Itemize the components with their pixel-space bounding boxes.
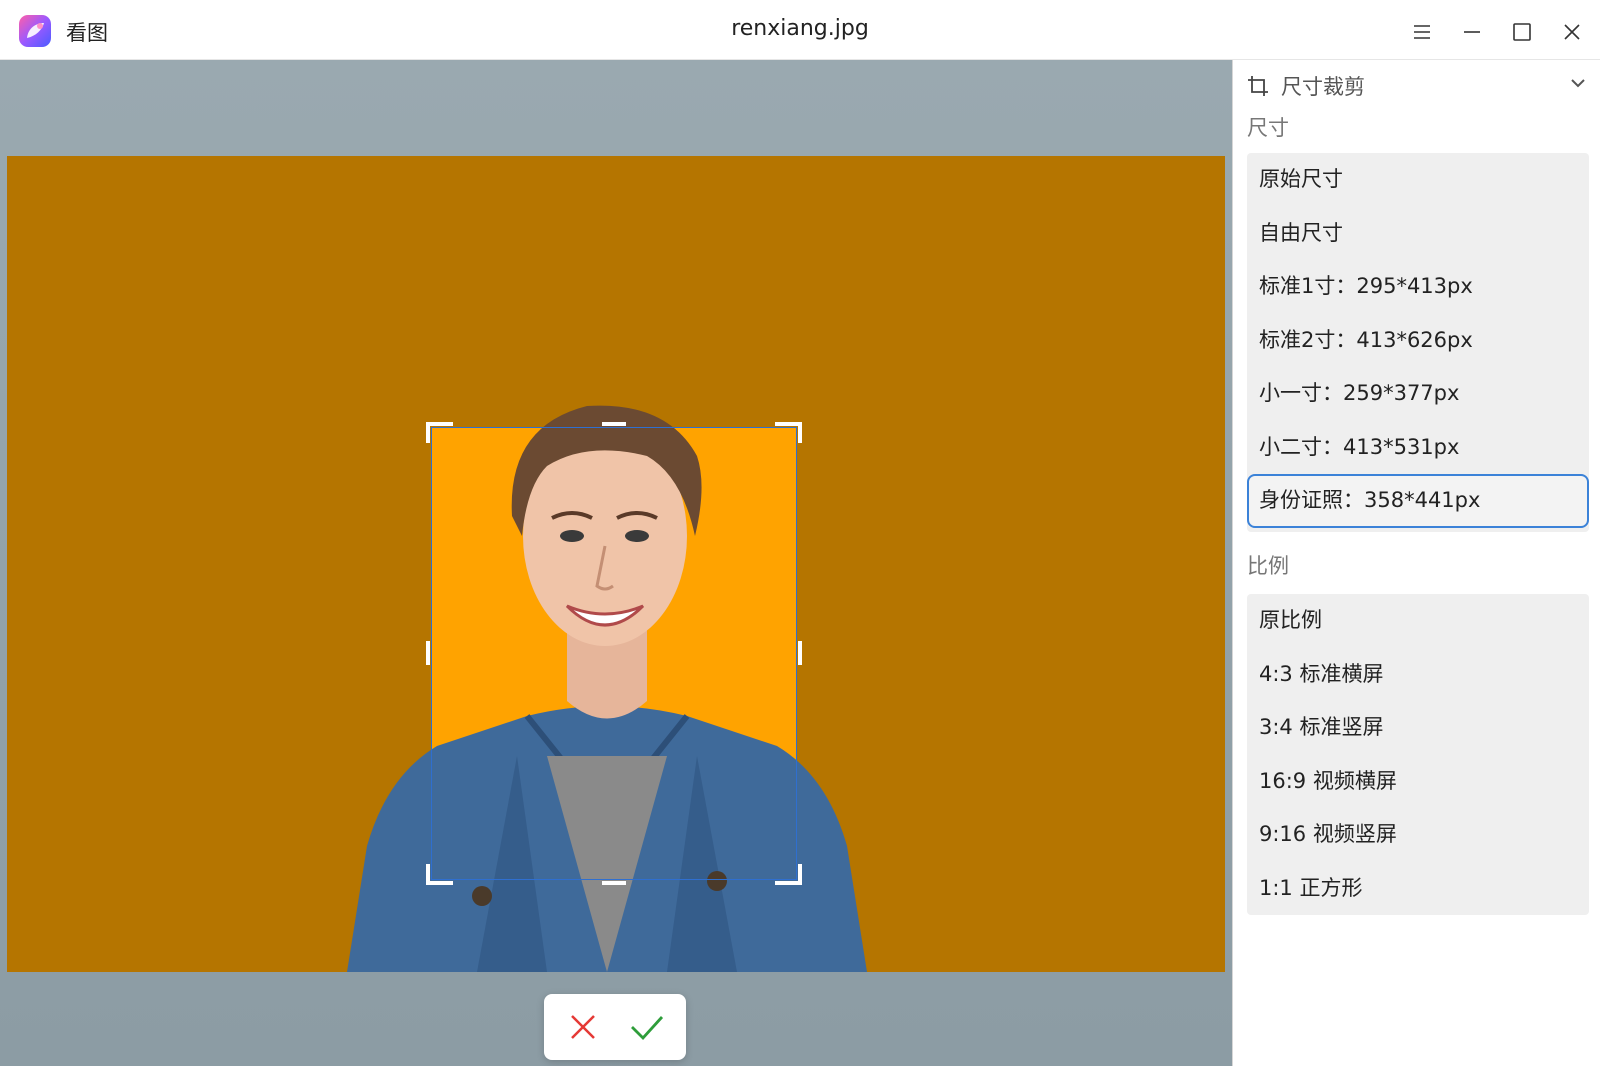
maximize-button[interactable]	[1502, 14, 1542, 50]
file-title: renxiang.jpg	[731, 16, 869, 41]
size-item-free[interactable]: 自由尺寸	[1247, 207, 1589, 261]
crop-handle-top-left	[426, 422, 453, 443]
ratio-item-4-3[interactable]: 4:3 标准横屏	[1247, 648, 1589, 702]
menu-button[interactable]	[1402, 14, 1442, 50]
size-list: 原始尺寸 自由尺寸 标准1寸：295*413px 标准2寸：413*626px …	[1247, 153, 1589, 532]
size-item-standard-1[interactable]: 标准1寸：295*413px	[1247, 260, 1589, 314]
close-icon	[1564, 24, 1580, 40]
ratio-list: 原比例 4:3 标准横屏 3:4 标准竖屏 16:9 视频横屏 9:16 视频竖…	[1247, 594, 1589, 915]
title-bar: 看图 renxiang.jpg	[0, 0, 1600, 60]
ratio-item-16-9[interactable]: 16:9 视频横屏	[1247, 755, 1589, 809]
close-button[interactable]	[1552, 14, 1592, 50]
size-item-standard-2[interactable]: 标准2寸：413*626px	[1247, 314, 1589, 368]
size-item-small-2[interactable]: 小二寸：413*531px	[1247, 421, 1589, 475]
size-item-id-photo[interactable]: 身份证照：358*441px	[1247, 474, 1589, 528]
cancel-icon	[571, 1015, 595, 1039]
ratio-item-3-4[interactable]: 3:4 标准竖屏	[1247, 701, 1589, 755]
size-item-small-1[interactable]: 小一寸：259*377px	[1247, 367, 1589, 421]
crop-panel: 尺寸裁剪 尺寸 原始尺寸 自由尺寸 标准1寸：295*413px 标准2寸：41…	[1232, 60, 1600, 1066]
photo	[7, 156, 1225, 972]
crop-handle-bottom-right	[775, 864, 802, 885]
maximize-icon	[1513, 23, 1531, 41]
ratio-item-original[interactable]: 原比例	[1247, 594, 1589, 648]
crop-handle-bottom-left	[426, 864, 453, 885]
confirm-icon	[631, 1016, 664, 1041]
panel-header[interactable]: 尺寸裁剪	[1247, 66, 1587, 106]
crop-icon	[1248, 76, 1268, 96]
size-item-original[interactable]: 原始尺寸	[1247, 153, 1589, 207]
ratio-item-1-1[interactable]: 1:1 正方形	[1247, 862, 1589, 916]
chevron-down-icon[interactable]	[1569, 74, 1587, 92]
image-canvas[interactable]	[0, 60, 1232, 1066]
minimize-icon	[1464, 31, 1480, 33]
panel-title: 尺寸裁剪	[1281, 75, 1365, 99]
crop-handles[interactable]	[425, 421, 803, 886]
cancel-crop-button[interactable]	[566, 1010, 600, 1044]
ratio-section-label: 比例	[1247, 554, 1289, 578]
crop-action-toolbar	[544, 994, 686, 1060]
minimize-button[interactable]	[1452, 14, 1492, 50]
confirm-crop-button[interactable]	[630, 1010, 664, 1044]
ratio-item-9-16[interactable]: 9:16 视频竖屏	[1247, 808, 1589, 862]
size-section-label: 尺寸	[1247, 116, 1289, 140]
menu-icon	[1414, 25, 1430, 39]
crop-handle-top-right	[775, 422, 802, 443]
